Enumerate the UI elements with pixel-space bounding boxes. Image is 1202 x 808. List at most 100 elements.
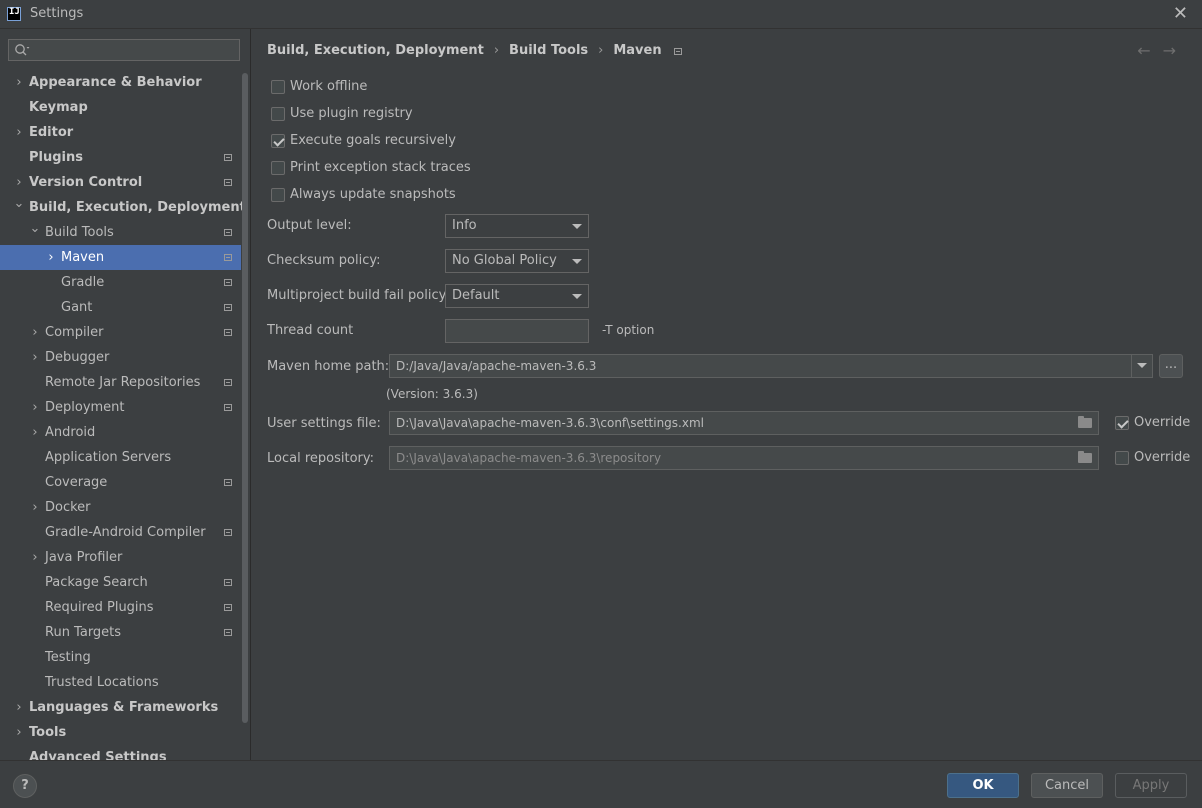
maven-home-combo[interactable]: D:/Java/Java/apache-maven-3.6.3	[389, 354, 1153, 378]
execute-goals-recursively-checkbox[interactable]	[271, 134, 285, 148]
sidebar-item[interactable]: › Compiler	[0, 320, 241, 345]
folder-icon[interactable]	[1078, 451, 1092, 463]
user-settings-value: D:\Java\Java\apache-maven-3.6.3\conf\set…	[396, 416, 704, 430]
sidebar-item-label: Plugins	[29, 150, 83, 165]
thread-count-input[interactable]	[445, 319, 589, 343]
project-settings-icon	[673, 48, 682, 55]
apply-button[interactable]: Apply	[1115, 773, 1187, 798]
sidebar-item[interactable]: Testing	[0, 645, 241, 670]
sidebar-item[interactable]: › Maven	[0, 245, 241, 270]
title-bar: IJ Settings ✕	[0, 0, 1202, 29]
local-repository-override-label: Override	[1134, 450, 1191, 465]
sidebar-item[interactable]: Application Servers	[0, 445, 241, 470]
navigation-arrows: ←→	[1137, 41, 1188, 60]
chevron-right-icon[interactable]: ›	[13, 720, 25, 745]
sidebar-item[interactable]: Keymap	[0, 95, 241, 120]
local-repository-field[interactable]: D:\Java\Java\apache-maven-3.6.3\reposito…	[389, 446, 1099, 470]
sidebar-item[interactable]: › Version Control	[0, 170, 241, 195]
sidebar-item-label: Remote Jar Repositories	[45, 375, 201, 390]
sidebar-item[interactable]: ⌄ Build Tools	[0, 220, 241, 245]
sidebar-item[interactable]: › Editor	[0, 120, 241, 145]
chevron-down-icon	[572, 259, 582, 264]
chevron-right-icon[interactable]: ›	[13, 120, 25, 145]
chevron-down-icon	[572, 224, 582, 229]
sidebar-item[interactable]: Gant	[0, 295, 241, 320]
maven-home-label: Maven home path:	[267, 359, 390, 374]
work-offline-label: Work offline	[290, 79, 368, 94]
project-settings-icon	[224, 254, 232, 261]
project-settings-icon	[224, 529, 232, 536]
sidebar-item[interactable]: Run Targets	[0, 620, 241, 645]
chevron-right-icon[interactable]: ›	[29, 395, 41, 420]
folder-icon[interactable]	[1078, 416, 1092, 428]
sidebar-scrollbar[interactable]	[242, 73, 248, 723]
use-plugin-registry-label: Use plugin registry	[290, 106, 413, 121]
chevron-down-icon	[572, 294, 582, 299]
sidebar-item-label: Application Servers	[45, 450, 172, 465]
sidebar-item[interactable]: Gradle-Android Compiler	[0, 520, 241, 545]
sidebar-item[interactable]: Advanced Settings	[0, 745, 241, 760]
local-repository-override-checkbox[interactable]	[1115, 451, 1129, 465]
cancel-button[interactable]: Cancel	[1031, 773, 1103, 798]
sidebar-item[interactable]: › Languages & Frameworks	[0, 695, 241, 720]
search-input[interactable]	[8, 39, 240, 61]
breadcrumb-item[interactable]: Build Tools	[509, 43, 588, 58]
sidebar-item[interactable]: › Deployment	[0, 395, 241, 420]
project-settings-icon	[224, 304, 232, 311]
use-plugin-registry-checkbox[interactable]	[271, 107, 285, 121]
sidebar-item[interactable]: › Android	[0, 420, 241, 445]
user-settings-override-label: Override	[1134, 415, 1191, 430]
project-settings-icon	[224, 179, 232, 186]
chevron-right-icon[interactable]: ›	[29, 420, 41, 445]
output-level-dropdown[interactable]: Info	[445, 214, 589, 238]
sidebar-item[interactable]: Gradle	[0, 270, 241, 295]
sidebar-item[interactable]: Plugins	[0, 145, 241, 170]
sidebar-item[interactable]: › Tools	[0, 720, 241, 745]
chevron-right-icon[interactable]: ›	[29, 545, 41, 570]
sidebar-item[interactable]: › Appearance & Behavior	[0, 70, 241, 95]
user-settings-override-checkbox[interactable]	[1115, 416, 1129, 430]
window-title: Settings	[30, 6, 84, 21]
maven-home-browse-button[interactable]: ...	[1159, 354, 1183, 378]
sidebar-item-label: Gradle-Android Compiler	[45, 525, 206, 540]
sidebar-item-label: Build Tools	[45, 225, 114, 240]
chevron-down-icon[interactable]	[1131, 355, 1152, 377]
chevron-right-icon[interactable]: ›	[13, 70, 25, 95]
sidebar-item[interactable]: Package Search	[0, 570, 241, 595]
sidebar-item[interactable]: Coverage	[0, 470, 241, 495]
chevron-down-icon[interactable]: ⌄	[29, 216, 41, 241]
sidebar-item[interactable]: › Java Profiler	[0, 545, 241, 570]
print-exception-stack-traces-checkbox[interactable]	[271, 161, 285, 175]
sidebar-item[interactable]: Remote Jar Repositories	[0, 370, 241, 395]
help-button[interactable]: ?	[13, 774, 37, 798]
project-settings-icon	[224, 279, 232, 286]
work-offline-checkbox[interactable]	[271, 80, 285, 94]
multiproject-policy-dropdown[interactable]: Default	[445, 284, 589, 308]
sidebar-item[interactable]: Trusted Locations	[0, 670, 241, 695]
always-update-snapshots-checkbox[interactable]	[271, 188, 285, 202]
chevron-right-icon[interactable]: ›	[29, 495, 41, 520]
close-icon[interactable]: ✕	[1173, 3, 1188, 24]
breadcrumb-item[interactable]: Build, Execution, Deployment	[267, 43, 484, 58]
forward-arrow-icon[interactable]: →	[1163, 41, 1188, 60]
sidebar-item-label: Coverage	[45, 475, 108, 490]
sidebar-item[interactable]: › Docker	[0, 495, 241, 520]
checksum-policy-dropdown[interactable]: No Global Policy	[445, 249, 589, 273]
chevron-right-icon[interactable]: ›	[45, 245, 57, 270]
checksum-policy-value: No Global Policy	[452, 253, 557, 268]
multiproject-policy-label: Multiproject build fail policy:	[267, 288, 450, 303]
back-arrow-icon[interactable]: ←	[1137, 41, 1162, 60]
user-settings-field[interactable]: D:\Java\Java\apache-maven-3.6.3\conf\set…	[389, 411, 1099, 435]
chevron-right-icon[interactable]: ›	[29, 320, 41, 345]
intellij-logo-icon: IJ	[7, 7, 21, 21]
multiproject-policy-value: Default	[452, 288, 500, 303]
sidebar-item[interactable]: Required Plugins	[0, 595, 241, 620]
chevron-right-icon[interactable]: ›	[29, 345, 41, 370]
chevron-right-icon[interactable]: ›	[13, 695, 25, 720]
sidebar-item-label: Java Profiler	[45, 550, 123, 565]
sidebar-item[interactable]: › Debugger	[0, 345, 241, 370]
ok-button[interactable]: OK	[947, 773, 1019, 798]
chevron-down-icon[interactable]: ⌄	[13, 191, 25, 216]
settings-sidebar: › Appearance & Behavior Keymap › Editor Plugi…	[0, 29, 251, 760]
project-settings-icon	[224, 329, 232, 336]
